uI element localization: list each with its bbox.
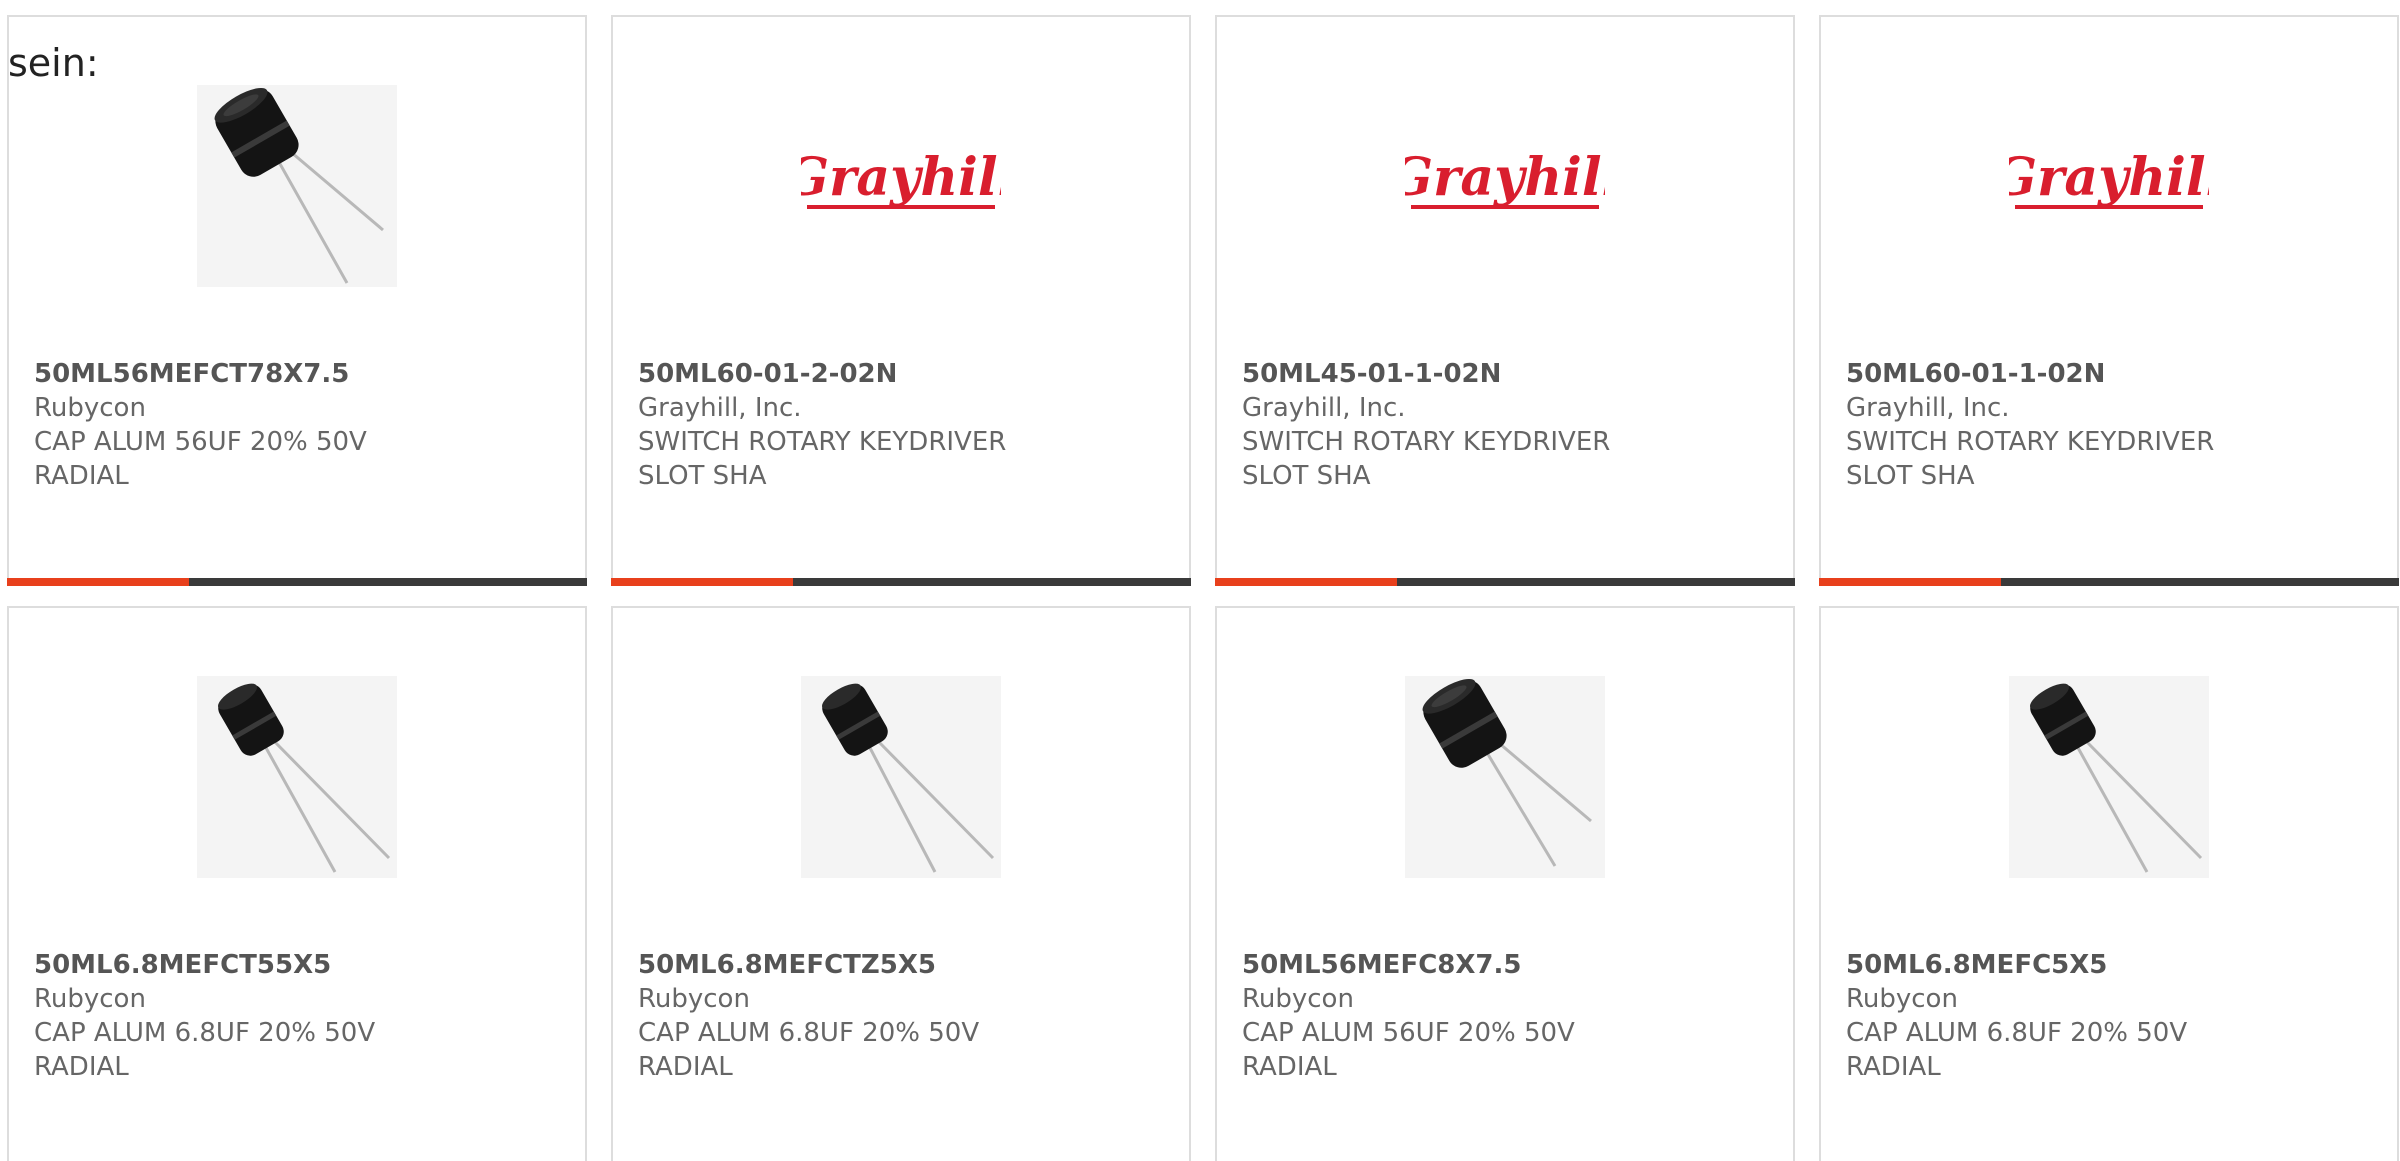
product-card[interactable]: Grayhill 50ML45-01-1-02N Grayhill, Inc. …	[1215, 15, 1795, 586]
description: RADIAL	[1242, 1052, 1337, 1082]
description: SWITCH ROTARY KEYDRIVER	[638, 427, 1007, 457]
description: CAP ALUM 6.8UF 20% 50V	[638, 1018, 980, 1048]
description: SWITCH ROTARY KEYDRIVER	[1242, 427, 1611, 457]
grayhill-logo: Grayhill	[1405, 85, 1605, 287]
grayhill-logo: Grayhill	[801, 85, 1001, 287]
manufacturer: Rubycon	[34, 984, 146, 1014]
product-card[interactable]: Grayhill 50ML60-01-2-02N Grayhill, Inc. …	[611, 15, 1191, 586]
part-number[interactable]: 50ML6.8MEFCTZ5X5	[638, 948, 1164, 982]
product-card[interactable]: 50ML6.8MEFCTZ5X5 Rubycon CAP ALUM 6.8UF …	[611, 606, 1191, 1161]
description: CAP ALUM 56UF 20% 50V	[1242, 1018, 1575, 1048]
capacitor-icon	[1405, 676, 1605, 878]
manufacturer: Rubycon	[34, 393, 146, 423]
description: RADIAL	[638, 1052, 733, 1082]
part-number[interactable]: 50ML45-01-1-02N	[1242, 357, 1768, 391]
manufacturer: Grayhill, Inc.	[1242, 393, 1406, 423]
part-number[interactable]: 50ML56MEFCT78X7.5	[34, 357, 560, 391]
description: CAP ALUM 56UF 20% 50V	[34, 427, 367, 457]
part-number[interactable]: 50ML6.8MEFC5X5	[1846, 948, 2372, 982]
part-number[interactable]: 50ML60-01-2-02N	[638, 357, 1164, 391]
manufacturer: Rubycon	[1242, 984, 1354, 1014]
product-card[interactable]: 50ML6.8MEFCT55X5 Rubycon CAP ALUM 6.8UF …	[7, 606, 587, 1161]
card-footer-bar	[7, 578, 587, 586]
description: CAP ALUM 6.8UF 20% 50V	[34, 1018, 376, 1048]
card-footer-bar	[1215, 578, 1795, 586]
logo-text: Grayhill	[801, 147, 1001, 208]
grayhill-logo: Grayhill	[2009, 85, 2209, 287]
product-card[interactable]: 50ML56MEFC8X7.5 Rubycon CAP ALUM 56UF 20…	[1215, 606, 1795, 1161]
description: SLOT SHA	[1242, 461, 1371, 491]
part-number[interactable]: 50ML6.8MEFCT55X5	[34, 948, 560, 982]
card-footer-bar	[1819, 578, 2399, 586]
description: SLOT SHA	[1846, 461, 1975, 491]
capacitor-icon	[197, 676, 397, 878]
part-number[interactable]: 50ML56MEFC8X7.5	[1242, 948, 1768, 982]
part-number[interactable]: 50ML60-01-1-02N	[1846, 357, 2372, 391]
description: RADIAL	[34, 1052, 129, 1082]
description: RADIAL	[34, 461, 129, 491]
capacitor-icon	[801, 676, 1001, 878]
card-footer-bar	[611, 578, 1191, 586]
capacitor-icon	[197, 85, 397, 287]
capacitor-icon	[2009, 676, 2209, 878]
description: SWITCH ROTARY KEYDRIVER	[1846, 427, 2215, 457]
manufacturer: Grayhill, Inc.	[638, 393, 802, 423]
logo-text: Grayhill	[2009, 147, 2209, 208]
intro-text: sein:	[8, 41, 99, 85]
description: CAP ALUM 6.8UF 20% 50V	[1846, 1018, 2188, 1048]
manufacturer: Grayhill, Inc.	[1846, 393, 2010, 423]
description: RADIAL	[1846, 1052, 1941, 1082]
manufacturer: Rubycon	[1846, 984, 1958, 1014]
manufacturer: Rubycon	[638, 984, 750, 1014]
product-card[interactable]: 50ML6.8MEFC5X5 Rubycon CAP ALUM 6.8UF 20…	[1819, 606, 2399, 1161]
product-card[interactable]: 50ML56MEFCT78X7.5 Rubycon CAP ALUM 56UF …	[7, 15, 587, 586]
description: SLOT SHA	[638, 461, 767, 491]
logo-text: Grayhill	[1405, 147, 1605, 208]
product-card[interactable]: Grayhill 50ML60-01-1-02N Grayhill, Inc. …	[1819, 15, 2399, 586]
